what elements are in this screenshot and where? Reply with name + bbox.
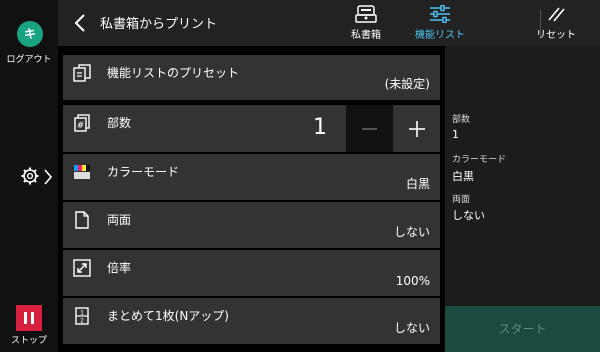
minus-icon xyxy=(362,128,377,130)
svg-text:1: 1 xyxy=(80,310,84,317)
page-title: 私書箱からプリント xyxy=(100,17,218,32)
reset-button[interactable]: リセット xyxy=(526,5,586,43)
preset-value: (未設定) xyxy=(384,77,430,91)
duplex-row[interactable]: 両面 しない xyxy=(63,202,440,248)
summary-duplex-value: しない xyxy=(452,209,485,222)
summary-color-heading: カラーモード xyxy=(452,155,507,165)
preset-icon xyxy=(73,64,91,82)
gear-icon[interactable] xyxy=(20,166,40,186)
logout-label: ログアウト xyxy=(6,55,52,65)
svg-text:2: 2 xyxy=(80,318,84,325)
settings-summary: 部数 1 カラーモード 白黒 両面 しない xyxy=(445,46,600,306)
svg-text:#: # xyxy=(77,121,85,131)
start-button[interactable]: スタート xyxy=(445,306,600,352)
plus-icon xyxy=(409,121,425,137)
scale-row[interactable]: 倍率 100% xyxy=(63,250,440,296)
mailbox-label: 私書箱 xyxy=(351,30,381,41)
summary-color-value: 白黒 xyxy=(452,170,474,183)
logout-button[interactable]: キ xyxy=(17,21,43,47)
copies-label: 部数 xyxy=(107,116,132,130)
summary-duplex-heading: 両面 xyxy=(452,195,471,205)
mailbox-button[interactable]: 私書箱 xyxy=(336,5,396,43)
scale-label: 倍率 xyxy=(107,261,132,275)
nup-value: しない xyxy=(393,321,430,335)
increment-button[interactable] xyxy=(394,105,440,152)
nup-label: まとめて1枚(Nアップ) xyxy=(107,309,229,323)
stop-label: ストップ xyxy=(10,336,47,346)
header-bar: 私書箱からプリント 私書箱 機能リスト リセット xyxy=(58,0,600,46)
summary-copies-value: 1 xyxy=(452,128,459,141)
nup-icon: 1 2 xyxy=(75,307,89,325)
color-mode-value: 白黒 xyxy=(405,177,430,191)
summary-copies-heading: 部数 xyxy=(452,115,471,125)
color-mode-row[interactable]: カラーモード 白黒 xyxy=(63,154,440,200)
color-mode-label: カラーモード xyxy=(107,165,180,179)
settings-list: 機能リストのプリセット (未設定) # 部数 1 カラーモード 白黒 両面 しな… xyxy=(58,46,445,352)
duplex-label: 両面 xyxy=(107,213,132,227)
mailbox-icon xyxy=(355,5,377,23)
preset-row[interactable]: 機能リストのプリセット (未設定) xyxy=(63,55,440,100)
scale-value: 100% xyxy=(395,274,430,288)
duplex-value: しない xyxy=(393,225,430,239)
feature-list-button[interactable]: 機能リスト xyxy=(410,5,470,43)
left-rail: キ ログアウト ストップ xyxy=(0,0,58,352)
copies-value: 1 xyxy=(313,115,327,140)
sliders-icon xyxy=(430,5,450,23)
color-mode-icon xyxy=(74,165,90,179)
decrement-button[interactable] xyxy=(346,105,393,152)
chevron-right-icon[interactable] xyxy=(43,167,53,187)
nup-row[interactable]: 1 2 まとめて1枚(Nアップ) しない xyxy=(63,298,440,344)
reset-label: リセット xyxy=(536,30,576,41)
copies-row: # 部数 1 xyxy=(63,105,440,152)
back-chevron-icon[interactable] xyxy=(74,13,86,33)
duplex-icon xyxy=(75,211,89,229)
stop-button[interactable] xyxy=(16,305,42,331)
reset-icon xyxy=(548,7,565,22)
feature-list-label: 機能リスト xyxy=(415,30,465,41)
scale-icon xyxy=(73,259,91,277)
copies-icon: # xyxy=(74,114,90,132)
preset-label: 機能リストのプリセット xyxy=(107,66,240,80)
